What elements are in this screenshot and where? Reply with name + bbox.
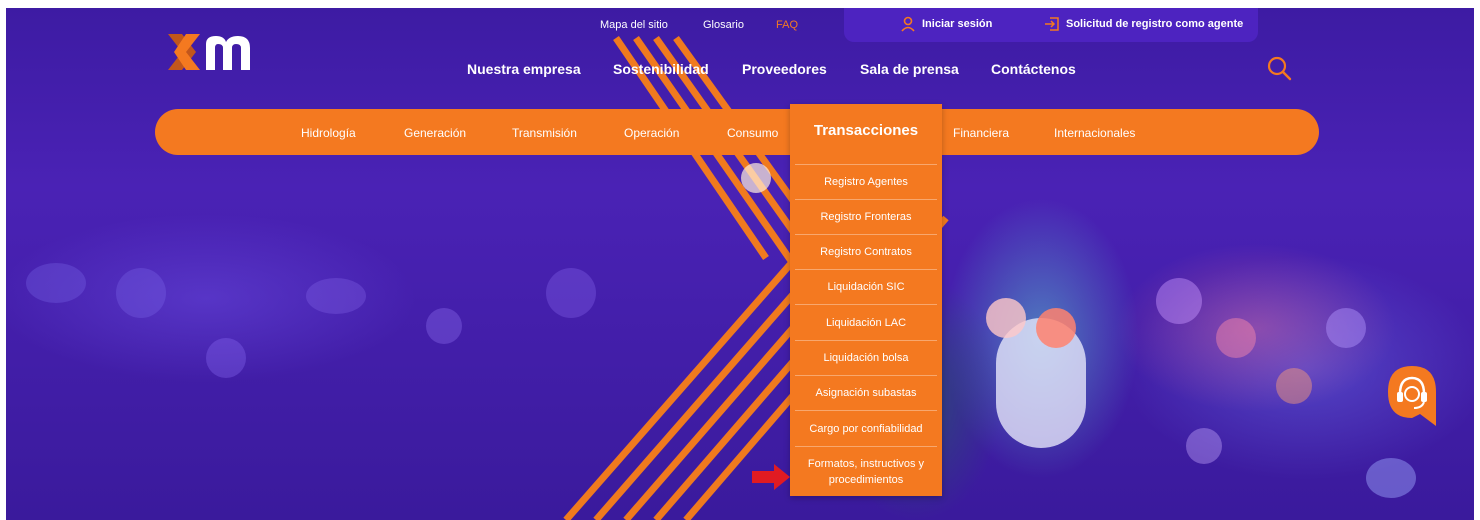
login-link[interactable]: Iniciar sesión — [922, 18, 992, 30]
faq-link[interactable]: FAQ — [776, 19, 798, 31]
menu-item-liquidacion-sic[interactable]: Liquidación SIC — [795, 269, 937, 304]
hero-background — [6, 8, 1474, 520]
nav-proveedores[interactable]: Proveedores — [742, 61, 827, 77]
menu-item-liquidacion-bolsa[interactable]: Liquidación bolsa — [795, 340, 937, 375]
transacciones-dropdown: Transacciones Registro Agentes Registro … — [790, 104, 942, 496]
subnav-generacion[interactable]: Generación — [404, 126, 466, 140]
menu-item-formatos-instructivos-procedimientos[interactable]: Formatos, instructivos y procedimientos — [795, 446, 937, 494]
subnav-transacciones[interactable]: Transacciones — [790, 104, 942, 160]
menu-item-cargo-por-confiabilidad[interactable]: Cargo por confiabilidad — [795, 410, 937, 446]
nav-nuestra-empresa[interactable]: Nuestra empresa — [467, 61, 581, 77]
menu-item-asignacion-subastas[interactable]: Asignación subastas — [795, 375, 937, 410]
bokeh-light — [741, 163, 771, 193]
xm-logo[interactable] — [166, 30, 266, 83]
bokeh-light — [1036, 308, 1076, 348]
nav-sala-de-prensa[interactable]: Sala de prensa — [860, 61, 959, 77]
decorative-stripes — [563, 35, 949, 520]
menu-item-registro-agentes[interactable]: Registro Agentes — [795, 164, 937, 199]
menu-item-registro-contratos[interactable]: Registro Contratos — [795, 234, 937, 269]
subnav-transmision[interactable]: Transmisión — [512, 126, 577, 140]
subnav-financiera[interactable]: Financiera — [953, 126, 1009, 140]
support-headset-icon[interactable] — [1386, 364, 1438, 428]
nav-contactenos[interactable]: Contáctenos — [991, 61, 1076, 77]
site-map-link[interactable]: Mapa del sitio — [600, 19, 668, 31]
menu-item-registro-fronteras[interactable]: Registro Fronteras — [795, 199, 937, 234]
nav-sostenibilidad[interactable]: Sostenibilidad — [613, 61, 709, 77]
account-bar: Iniciar sesión Solicitud de registro com… — [844, 8, 1258, 42]
subnav-consumo[interactable]: Consumo — [727, 126, 778, 140]
menu-item-liquidacion-lac[interactable]: Liquidación LAC — [795, 304, 937, 340]
sign-in-icon — [1045, 17, 1059, 31]
search-icon[interactable] — [1266, 55, 1292, 81]
subnav-operacion[interactable]: Operación — [624, 126, 679, 140]
bokeh-light — [986, 298, 1026, 338]
user-icon — [901, 16, 915, 32]
red-arrow-icon — [752, 464, 790, 490]
agent-registration-link[interactable]: Solicitud de registro como agente — [1066, 18, 1243, 30]
glossary-link[interactable]: Glosario — [703, 19, 744, 31]
subnav-internacionales[interactable]: Internacionales — [1054, 126, 1135, 140]
subnav-hidrologia[interactable]: Hidrología — [301, 126, 356, 140]
